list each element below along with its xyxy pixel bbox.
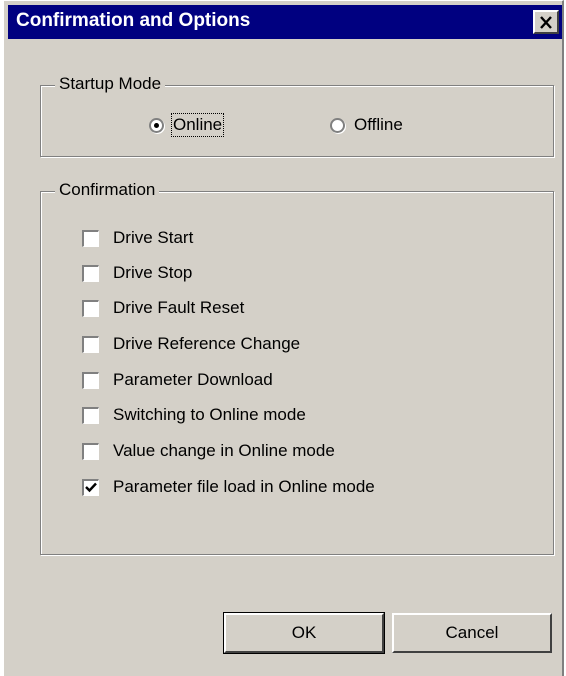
checkbox-parameter-download[interactable]: Parameter Download	[82, 370, 273, 390]
checkbox-drive-start[interactable]: Drive Start	[82, 228, 193, 248]
checkbox-box[interactable]	[82, 371, 99, 389]
radio-offline[interactable]: Offline	[330, 115, 403, 135]
ok-button[interactable]: OK	[223, 612, 385, 654]
checkbox-label: Value change in Online mode	[113, 441, 335, 460]
checkbox-box[interactable]	[82, 264, 99, 282]
checkbox-box[interactable]	[82, 299, 99, 317]
checkbox-label: Drive Fault Reset	[113, 298, 245, 317]
startup-mode-group: Startup Mode	[40, 74, 554, 157]
confirmation-label: Confirmation	[55, 180, 160, 200]
radio-offline-button[interactable]	[330, 117, 345, 133]
checkbox-box[interactable]	[82, 229, 99, 247]
checkbox-drive-fault-reset[interactable]: Drive Fault Reset	[82, 298, 244, 318]
startup-mode-label: Startup Mode	[55, 74, 166, 94]
checkbox-parameter-file-load[interactable]: Parameter file load in Online mode	[82, 477, 375, 497]
checkbox-label: Switching to Online mode	[113, 405, 306, 424]
title-bar[interactable]: Confirmation and Options	[8, 5, 562, 39]
checkbox-label: Parameter file load in Online mode	[113, 477, 375, 496]
checkbox-drive-stop[interactable]: Drive Stop	[82, 263, 192, 283]
checkbox-value-change-online[interactable]: Value change in Online mode	[82, 441, 335, 461]
close-icon	[540, 15, 552, 29]
checkbox-switching-online[interactable]: Switching to Online mode	[82, 405, 306, 425]
checkbox-box[interactable]	[82, 406, 99, 424]
radio-online[interactable]: Online	[149, 113, 225, 137]
window-title: Confirmation and Options	[16, 10, 251, 31]
checkmark-icon	[85, 482, 97, 493]
checkbox-box[interactable]	[82, 478, 99, 496]
checkbox-drive-reference-change[interactable]: Drive Reference Change	[82, 334, 300, 354]
radio-offline-label: Offline	[354, 115, 403, 134]
checkbox-label: Drive Reference Change	[113, 334, 301, 353]
checkbox-box[interactable]	[82, 442, 99, 460]
cancel-button[interactable]: Cancel	[392, 613, 552, 653]
checkbox-box[interactable]	[82, 335, 99, 353]
radio-online-label: Online	[170, 113, 225, 137]
radio-selected-dot	[154, 122, 159, 128]
checkbox-label: Parameter Download	[113, 370, 273, 389]
close-button[interactable]	[533, 10, 559, 34]
checkbox-label: Drive Start	[113, 228, 194, 247]
radio-online-button[interactable]	[149, 117, 164, 133]
checkbox-label: Drive Stop	[113, 263, 193, 282]
options-dialog: Confirmation and Options Startup Mode On…	[2, 0, 564, 676]
